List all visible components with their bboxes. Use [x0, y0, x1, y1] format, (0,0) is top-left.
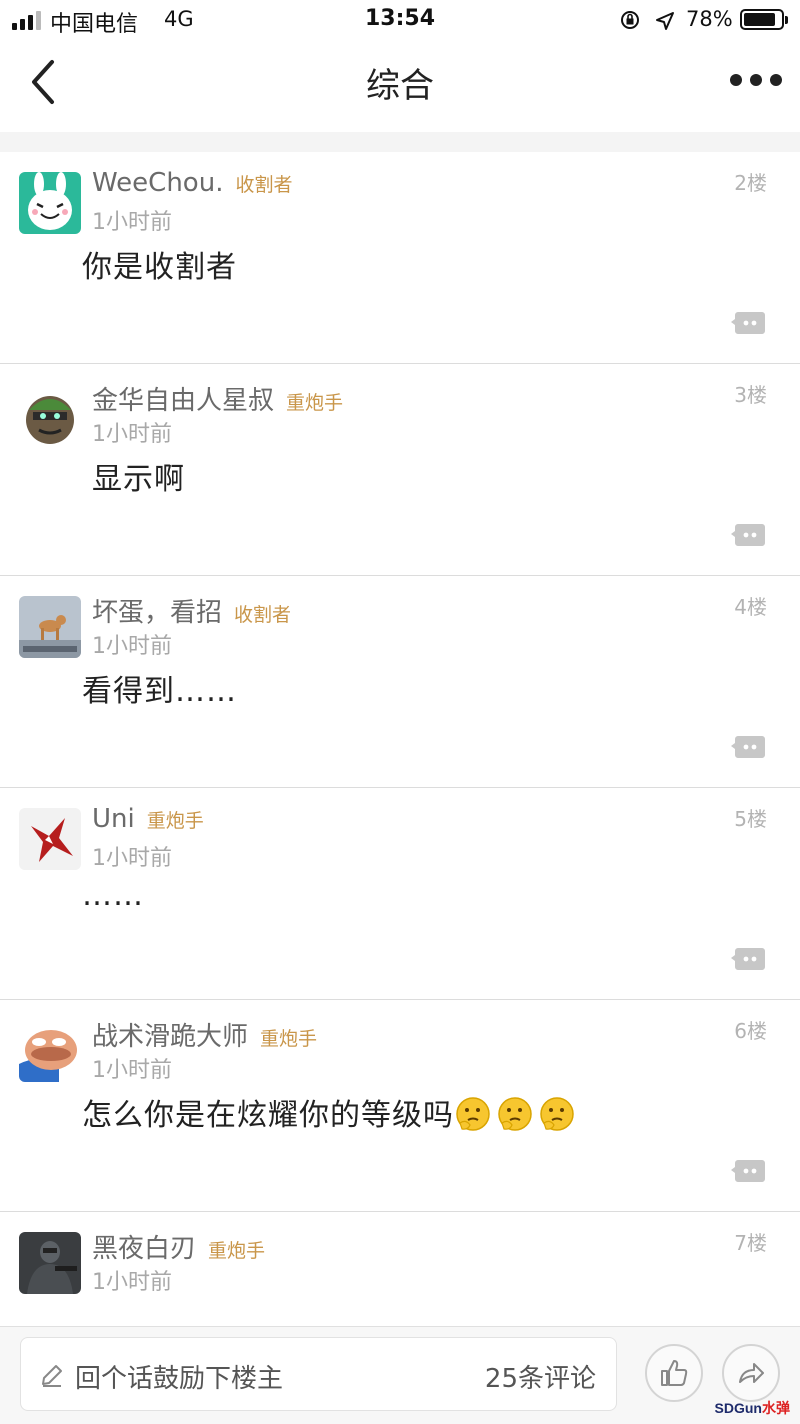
watermark: SDGun水弹: [714, 1400, 790, 1416]
floor-number: 7楼: [734, 1231, 767, 1255]
status-bar: 中国电信 4G 13:54 78%: [0, 0, 800, 40]
avatar[interactable]: [19, 384, 81, 446]
comment-input[interactable]: 回个话鼓励下楼主 25条评论: [20, 1337, 617, 1411]
avatar[interactable]: [19, 1020, 81, 1082]
level-badge: 重炮手: [208, 1240, 266, 1262]
level-badge: 重炮手: [146, 810, 204, 832]
post-time: 1小时前: [92, 210, 172, 235]
comment-item[interactable]: WeeChou. 收割者 1小时前 2楼 你是收割者: [0, 152, 800, 364]
comment-count[interactable]: 25条评论: [485, 1358, 596, 1395]
level-badge: 收割者: [234, 604, 292, 626]
author-name[interactable]: 战术滑跪大师: [92, 1016, 248, 1053]
author-name[interactable]: 金华自由人星叔: [92, 380, 274, 417]
nav-bar: 综合: [0, 40, 800, 132]
location-arrow-icon: [656, 12, 674, 30]
comment-text-container: 怎么你是在炫耀你的等级吗: [82, 1090, 580, 1134]
rotation-lock-icon: [621, 11, 639, 29]
thumbs-up-icon: [661, 1360, 688, 1386]
post-time: 1小时前: [92, 634, 172, 659]
author-name[interactable]: Uni: [92, 804, 135, 834]
comment-item[interactable]: 坏蛋，看招 收割者 1小时前 4楼 看得到……: [0, 576, 800, 788]
comment-list: WeeChou. 收割者 1小时前 2楼 你是收割者 金华自由人星叔 重炮手 1…: [0, 152, 800, 1332]
share-arrow-icon: [739, 1363, 764, 1383]
avatar[interactable]: [19, 172, 81, 234]
reply-icon[interactable]: [730, 522, 766, 548]
battery-percent: 78%: [686, 7, 733, 31]
floor-number: 4楼: [734, 595, 767, 619]
post-time: 1小时前: [92, 422, 172, 447]
floor-number: 6楼: [734, 1019, 767, 1043]
floor-number: 3楼: [734, 383, 767, 407]
comment-item[interactable]: 战术滑跪大师 重炮手 1小时前 6楼 怎么你是在炫耀你的等级吗: [0, 1000, 800, 1212]
comment-text: ……: [82, 878, 144, 913]
avatar[interactable]: [19, 596, 81, 658]
comment-item[interactable]: 金华自由人星叔 重炮手 1小时前 3楼 显示啊: [0, 364, 800, 576]
author-name[interactable]: 坏蛋，看招: [92, 592, 222, 629]
reply-icon[interactable]: [730, 946, 766, 972]
comment-text: 你是收割者: [82, 250, 237, 285]
clock: 13:54: [364, 6, 436, 31]
level-badge: 收割者: [235, 174, 293, 196]
post-time: 1小时前: [92, 1270, 172, 1295]
level-badge: 重炮手: [286, 392, 344, 414]
author-name[interactable]: 黑夜白刃: [92, 1228, 196, 1265]
comment-item[interactable]: Uni 重炮手 1小时前 5楼 ……: [0, 788, 800, 1000]
comment-text: 看得到……: [82, 674, 237, 709]
avatar[interactable]: [19, 1232, 81, 1294]
post-time: 1小时前: [92, 1058, 172, 1083]
level-badge: 重炮手: [260, 1028, 318, 1050]
comment-text: 显示啊: [92, 462, 185, 497]
bottom-bar: 回个话鼓励下楼主 25条评论 SDGun水弹: [0, 1326, 800, 1424]
author-name[interactable]: WeeChou.: [92, 168, 223, 198]
share-button[interactable]: [722, 1344, 780, 1402]
thinking-emoji-icon: [456, 1097, 490, 1131]
post-time: 1小时前: [92, 846, 172, 871]
more-options-icon[interactable]: [730, 74, 782, 86]
comment-item[interactable]: 黑夜白刃 重炮手 1小时前 7楼: [0, 1212, 800, 1332]
page-title: 综合: [366, 66, 434, 106]
reply-icon[interactable]: [730, 1158, 766, 1184]
pencil-icon: [42, 1365, 62, 1387]
thinking-emoji-icon: [498, 1097, 532, 1131]
floor-number: 2楼: [734, 171, 767, 195]
avatar[interactable]: [19, 808, 81, 870]
comment-placeholder: 回个话鼓励下楼主: [75, 1364, 284, 1394]
reply-icon[interactable]: [730, 310, 766, 336]
reply-icon[interactable]: [730, 734, 766, 760]
battery-icon: [740, 9, 788, 30]
like-button[interactable]: [645, 1344, 703, 1402]
comment-text: 怎么你是在炫耀你的等级吗: [82, 1098, 454, 1133]
floor-number: 5楼: [734, 807, 767, 831]
thinking-emoji-icon: [540, 1097, 574, 1131]
